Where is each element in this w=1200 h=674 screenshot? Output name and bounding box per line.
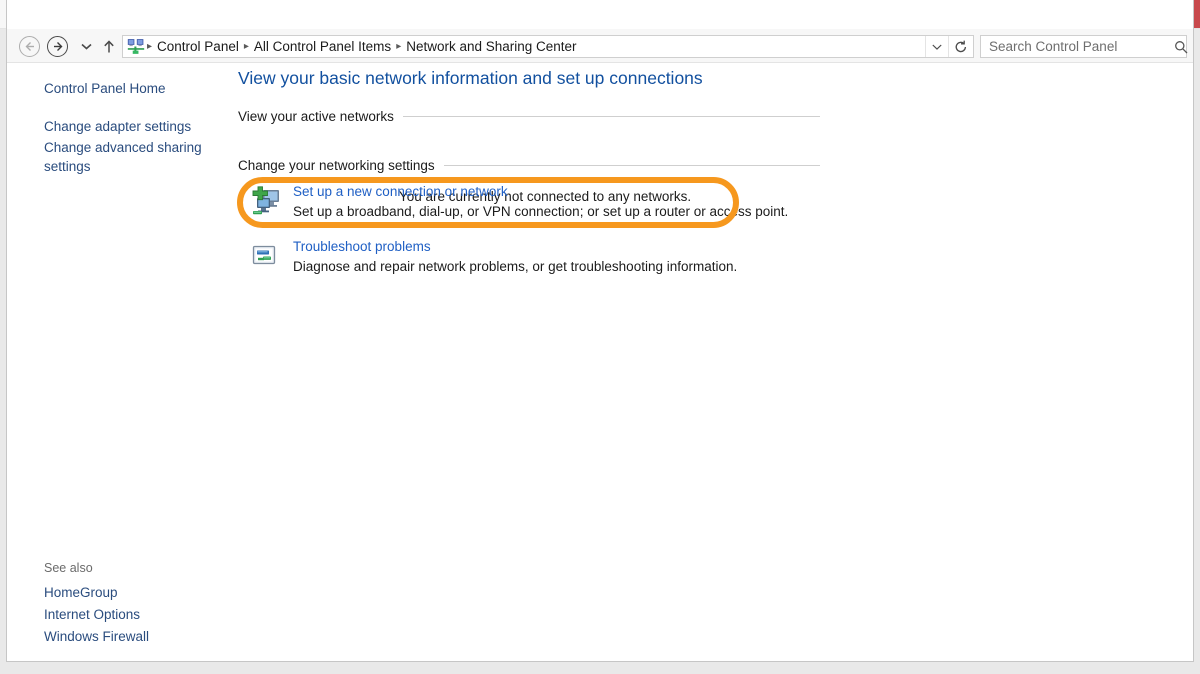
recent-locations-button[interactable] — [77, 36, 96, 57]
breadcrumb-separator: ▸ — [396, 41, 402, 52]
new-connection-icon — [250, 186, 282, 218]
content-area: Control Panel Home Change adapter settin… — [7, 64, 1193, 661]
task-link-troubleshoot-problems[interactable]: Troubleshoot problems — [293, 239, 431, 254]
refresh-icon — [955, 40, 967, 52]
address-bar[interactable]: ▸ Control Panel ▸ All Control Panel Item… — [122, 35, 974, 58]
breadcrumb-separator: ▸ — [147, 41, 153, 52]
sidebar-item-change-advanced-sharing-settings[interactable]: Change advanced sharing settings — [44, 138, 214, 176]
section-divider — [443, 165, 820, 166]
back-button[interactable] — [19, 36, 40, 57]
breadcrumb-separator: ▸ — [243, 41, 249, 52]
troubleshoot-icon — [250, 241, 282, 273]
page-title: View your basic network information and … — [238, 68, 703, 88]
section-active-networks: View your active networks — [238, 109, 820, 124]
sidebar: Control Panel Home Change adapter settin… — [7, 64, 232, 661]
sidebar-item-control-panel-home[interactable]: Control Panel Home — [44, 79, 214, 98]
navigation-bar: ▸ Control Panel ▸ All Control Panel Item… — [7, 29, 1193, 63]
section-divider — [402, 116, 820, 117]
sidebar-item-internet-options[interactable]: Internet Options — [44, 607, 140, 622]
search-icon[interactable] — [1168, 36, 1193, 57]
explorer-window: ▸ Control Panel ▸ All Control Panel Item… — [6, 0, 1194, 662]
task-description: Set up a broadband, dial-up, or VPN conn… — [293, 204, 789, 219]
task-description: Diagnose and repair network problems, or… — [293, 259, 738, 274]
refresh-button[interactable] — [948, 36, 973, 57]
back-arrow-icon — [25, 42, 34, 51]
control-panel-icon — [127, 38, 145, 55]
task-link-set-up-new-connection[interactable]: Set up a new connection or network — [293, 184, 508, 199]
breadcrumb-control-panel[interactable]: Control Panel — [153, 36, 243, 57]
chevron-down-icon — [932, 44, 942, 50]
search-input[interactable] — [987, 36, 1168, 57]
address-dropdown-button[interactable] — [925, 36, 948, 57]
section-label: Change your networking settings — [238, 158, 435, 173]
section-networking-settings: Change your networking settings — [238, 158, 820, 173]
forward-arrow-icon — [53, 42, 62, 51]
chevron-down-icon — [81, 43, 92, 50]
section-label: View your active networks — [238, 109, 394, 124]
forward-button[interactable] — [47, 36, 68, 57]
see-also-label: See also — [44, 561, 93, 575]
sidebar-item-homegroup[interactable]: HomeGroup — [44, 585, 118, 600]
up-button[interactable] — [99, 36, 119, 57]
breadcrumb-all-control-panel-items[interactable]: All Control Panel Items — [250, 36, 395, 57]
search-box[interactable] — [980, 35, 1188, 58]
breadcrumb-network-and-sharing-center[interactable]: Network and Sharing Center — [402, 36, 580, 57]
sidebar-item-change-adapter-settings[interactable]: Change adapter settings — [44, 117, 214, 136]
sidebar-item-windows-firewall[interactable]: Windows Firewall — [44, 629, 149, 644]
up-arrow-icon — [104, 39, 114, 52]
main-panel: View your basic network information and … — [232, 64, 1193, 661]
